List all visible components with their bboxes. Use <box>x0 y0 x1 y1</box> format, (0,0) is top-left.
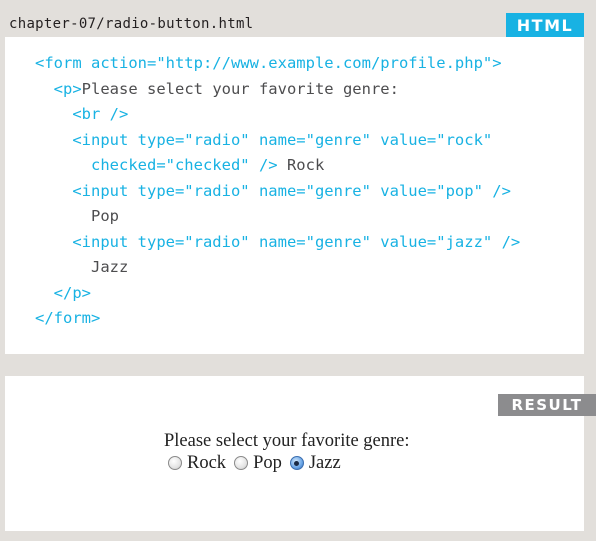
code-line: <form action="http://www.example.com/pro… <box>35 51 520 77</box>
code-token-text: Jazz <box>35 258 129 276</box>
radio-group: Rock Pop Jazz <box>168 452 410 474</box>
language-badge: HTML <box>506 13 584 37</box>
code-token-markup: <input type="radio" name="genre" value="… <box>35 181 511 200</box>
radio-label-jazz: Jazz <box>308 453 341 473</box>
code-token-markup: checked="checked" /> <box>35 156 278 174</box>
code-token-markup: <form action="http://www.example.com/pro… <box>35 54 502 72</box>
radio-button-jazz[interactable] <box>289 456 304 470</box>
code-line: </form> <box>35 306 520 332</box>
code-header: chapter-07/radio-button.html HTML <box>5 13 584 37</box>
code-line: checked="checked" /> Rock <box>35 153 520 179</box>
code-line: <input type="radio" name="genre" value="… <box>35 128 520 154</box>
code-line: <input type="radio" name="genre" value="… <box>35 179 520 205</box>
radio-label-pop: Pop <box>253 453 282 473</box>
result-badge: RESULT <box>498 394 596 416</box>
file-path: chapter-07/radio-button.html <box>9 16 254 32</box>
radio-button-pop[interactable] <box>234 456 249 470</box>
code-panel: chapter-07/radio-button.html HTML <form … <box>5 13 584 354</box>
code-token-markup: <input type="radio" name="genre" value="… <box>35 130 493 149</box>
code-line: <input type="radio" name="genre" value="… <box>35 230 520 256</box>
code-token-text: Please select your favorite genre: <box>81 79 399 98</box>
code-token-markup: <br /> <box>35 105 129 123</box>
radio-button-rock[interactable] <box>168 456 182 470</box>
code-token-markup: <input type="radio" name="genre" value="… <box>35 232 521 251</box>
result-form: Please select your favorite genre: Rock P… <box>164 430 410 474</box>
code-token-markup: <p> <box>35 79 82 98</box>
code-line: Pop <box>35 204 520 230</box>
code-line: <br /> <box>35 102 520 128</box>
code-block: <form action="http://www.example.com/pro… <box>35 51 520 332</box>
result-panel: RESULT Please select your favorite genre… <box>5 376 596 531</box>
code-token-markup: </form> <box>35 309 101 327</box>
code-token-markup: </p> <box>35 283 91 302</box>
code-line: </p> <box>35 281 520 307</box>
code-token-text: Pop <box>35 207 119 225</box>
code-line: Jazz <box>35 255 520 281</box>
radio-label-rock: Rock <box>187 453 227 473</box>
result-prompt: Please select your favorite genre: <box>164 431 410 451</box>
code-line: <p>Please select your favorite genre: <box>35 77 520 103</box>
code-token-text: Rock <box>277 156 325 174</box>
